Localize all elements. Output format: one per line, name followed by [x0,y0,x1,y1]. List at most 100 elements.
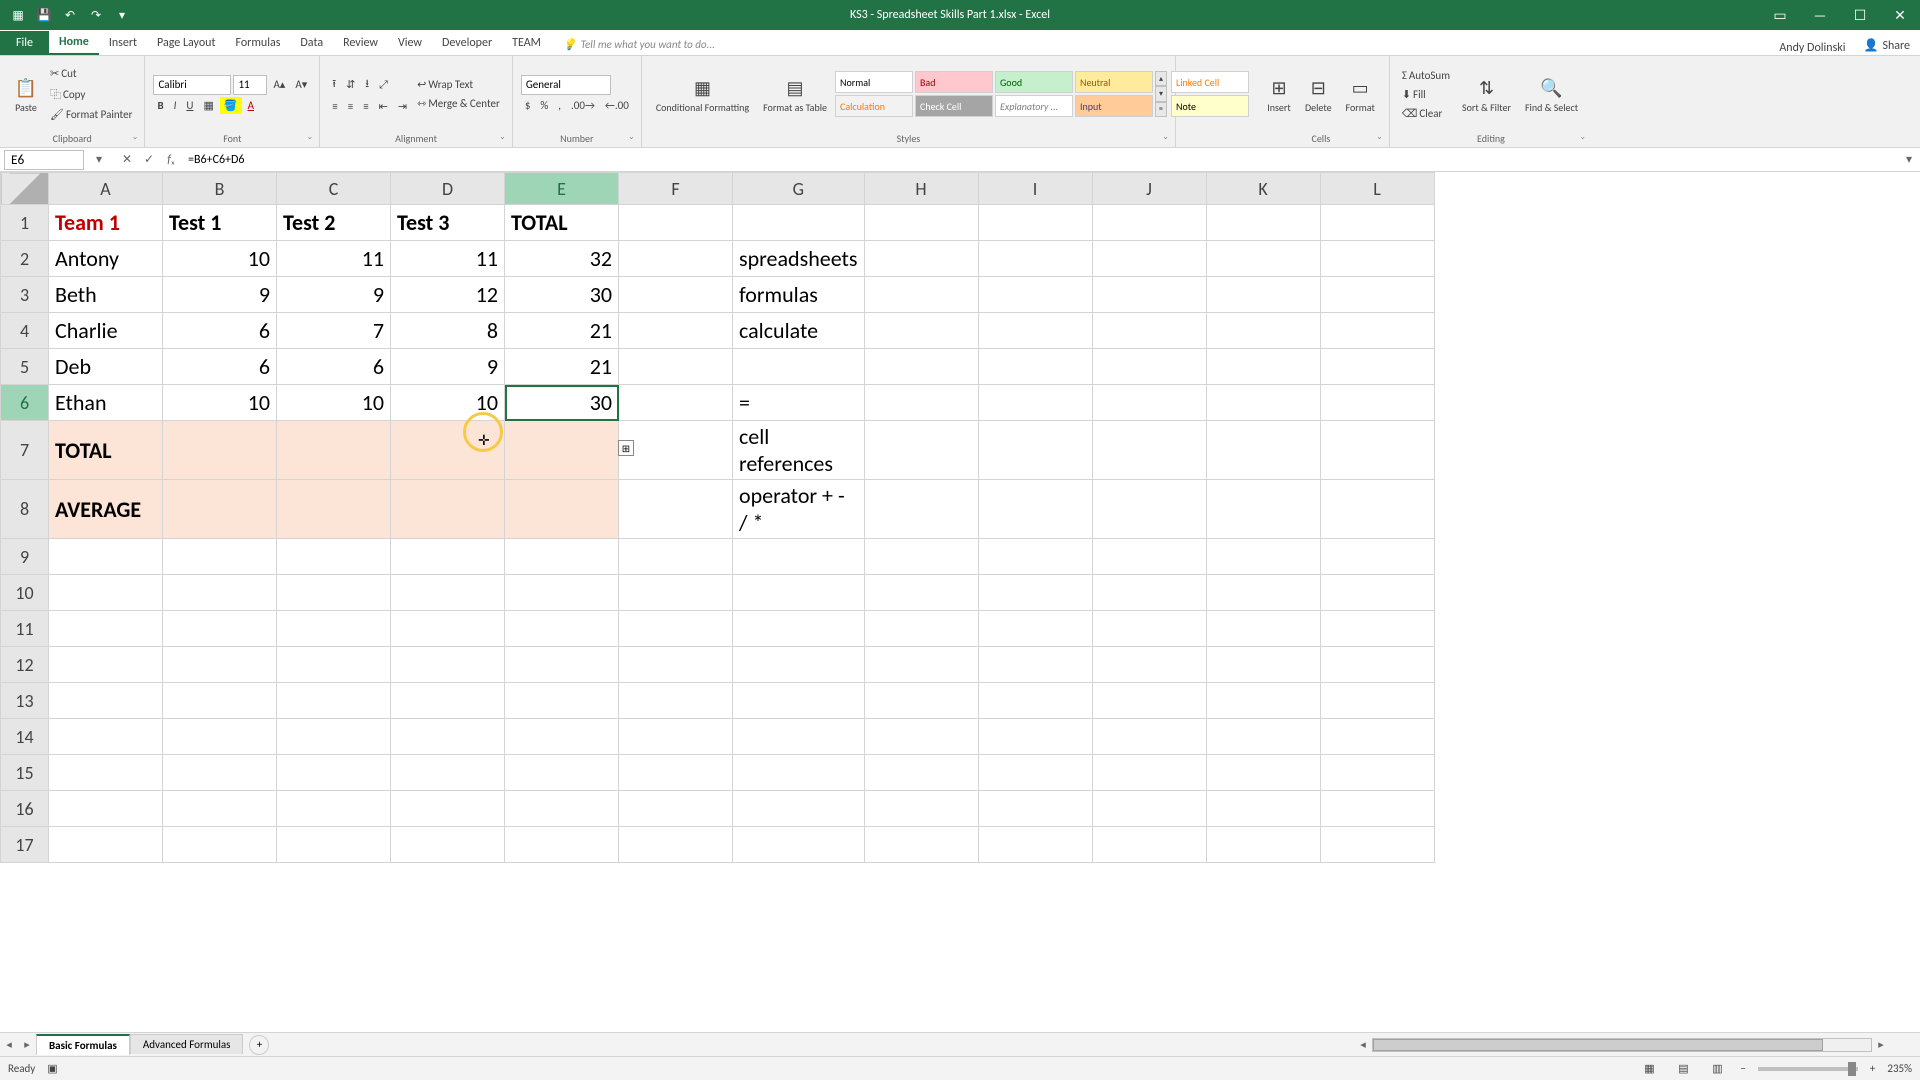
style-good[interactable]: Good [995,71,1073,93]
style-normal[interactable]: Normal [835,71,913,93]
cell-L12[interactable] [1320,647,1434,683]
row-header-14[interactable]: 14 [1,719,49,755]
cell-F5[interactable] [619,349,733,385]
row-header-3[interactable]: 3 [1,277,49,313]
column-header-B[interactable]: B [163,173,277,205]
font-color-button[interactable]: A [244,97,258,114]
sheet-tab-basic[interactable]: Basic Formulas [36,1034,130,1055]
cell-L4[interactable] [1320,313,1434,349]
row-header-15[interactable]: 15 [1,755,49,791]
cell-G10[interactable] [733,575,865,611]
cell-J14[interactable] [1092,719,1206,755]
cell-F12[interactable] [619,647,733,683]
cell-F8[interactable] [619,480,733,539]
share-button[interactable]: 👤 Share [1853,36,1920,55]
cell-E17[interactable] [505,827,619,863]
cell-H3[interactable] [864,277,978,313]
cell-K4[interactable] [1206,313,1320,349]
delete-cells-button[interactable]: ⊟Delete [1299,74,1338,115]
align-middle-button[interactable]: ⇵ [342,76,359,93]
user-name[interactable]: Andy Dolinski [1779,41,1853,55]
cell-B17[interactable] [163,827,277,863]
cell-A11[interactable] [49,611,163,647]
cell-D8[interactable] [391,480,505,539]
enter-formula-button[interactable]: ✓ [138,152,160,167]
cell-D3[interactable]: 12 [391,277,505,313]
cell-K12[interactable] [1206,647,1320,683]
cell-D5[interactable]: 9 [391,349,505,385]
cell-A4[interactable]: Charlie [49,313,163,349]
cell-H12[interactable] [864,647,978,683]
cell-C6[interactable]: 10 [277,385,391,421]
column-header-K[interactable]: K [1206,173,1320,205]
cell-G7[interactable]: cell references [733,421,865,480]
cell-B11[interactable] [163,611,277,647]
cell-C7[interactable] [277,421,391,480]
clear-button[interactable]: ⌫Clear [1398,105,1454,122]
cell-A10[interactable] [49,575,163,611]
cell-A17[interactable] [49,827,163,863]
cell-J7[interactable] [1092,421,1206,480]
tab-page-layout[interactable]: Page Layout [147,31,225,55]
cell-G8[interactable]: operator + - / * [733,480,865,539]
cell-I13[interactable] [978,683,1092,719]
cell-G17[interactable] [733,827,865,863]
cell-C17[interactable] [277,827,391,863]
styles-expand[interactable]: ≡ [1155,102,1167,117]
cell-C3[interactable]: 9 [277,277,391,313]
cell-L14[interactable] [1320,719,1434,755]
cell-H17[interactable] [864,827,978,863]
decrease-indent-button[interactable]: ⇤ [375,98,392,115]
cell-L17[interactable] [1320,827,1434,863]
tab-formulas[interactable]: Formulas [225,31,290,55]
cell-D11[interactable] [391,611,505,647]
cell-G16[interactable] [733,791,865,827]
cell-D7[interactable] [391,421,505,480]
copy-button[interactable]: ⿻Copy [46,84,136,104]
cell-B6[interactable]: 10 [163,385,277,421]
column-header-F[interactable]: F [619,173,733,205]
cell-J15[interactable] [1092,755,1206,791]
cell-G12[interactable] [733,647,865,683]
cell-K6[interactable] [1206,385,1320,421]
cell-D10[interactable] [391,575,505,611]
cell-I12[interactable] [978,647,1092,683]
cell-H6[interactable] [864,385,978,421]
cell-C9[interactable] [277,539,391,575]
cell-G9[interactable] [733,539,865,575]
comma-format-button[interactable]: , [554,97,565,114]
increase-decimal-button[interactable]: .00→ [567,97,599,114]
cell-E14[interactable] [505,719,619,755]
cell-E3[interactable]: 30 [505,277,619,313]
column-header-H[interactable]: H [864,173,978,205]
cell-E15[interactable] [505,755,619,791]
zoom-slider[interactable] [1758,1067,1858,1071]
undo-icon[interactable]: ↶ [60,5,80,25]
cell-C11[interactable] [277,611,391,647]
cell-C10[interactable] [277,575,391,611]
cell-F3[interactable] [619,277,733,313]
row-header-2[interactable]: 2 [1,241,49,277]
cancel-formula-button[interactable]: ✕ [116,152,138,167]
merge-center-button[interactable]: ⇿Merge & Center [413,95,504,112]
cell-E1[interactable]: TOTAL [505,205,619,241]
cell-A16[interactable] [49,791,163,827]
style-check-cell[interactable]: Check Cell [915,95,993,117]
cell-K16[interactable] [1206,791,1320,827]
cell-G11[interactable] [733,611,865,647]
row-header-13[interactable]: 13 [1,683,49,719]
insert-cells-button[interactable]: ⊞Insert [1261,74,1297,115]
cell-B9[interactable] [163,539,277,575]
cell-B12[interactable] [163,647,277,683]
align-right-button[interactable]: ≡ [359,98,372,115]
cell-I8[interactable] [978,480,1092,539]
column-header-L[interactable]: L [1320,173,1434,205]
cell-B13[interactable] [163,683,277,719]
cell-A13[interactable] [49,683,163,719]
font-size-input[interactable] [233,75,267,95]
cell-L3[interactable] [1320,277,1434,313]
cell-K15[interactable] [1206,755,1320,791]
cell-L2[interactable] [1320,241,1434,277]
cell-J5[interactable] [1092,349,1206,385]
cell-J6[interactable] [1092,385,1206,421]
